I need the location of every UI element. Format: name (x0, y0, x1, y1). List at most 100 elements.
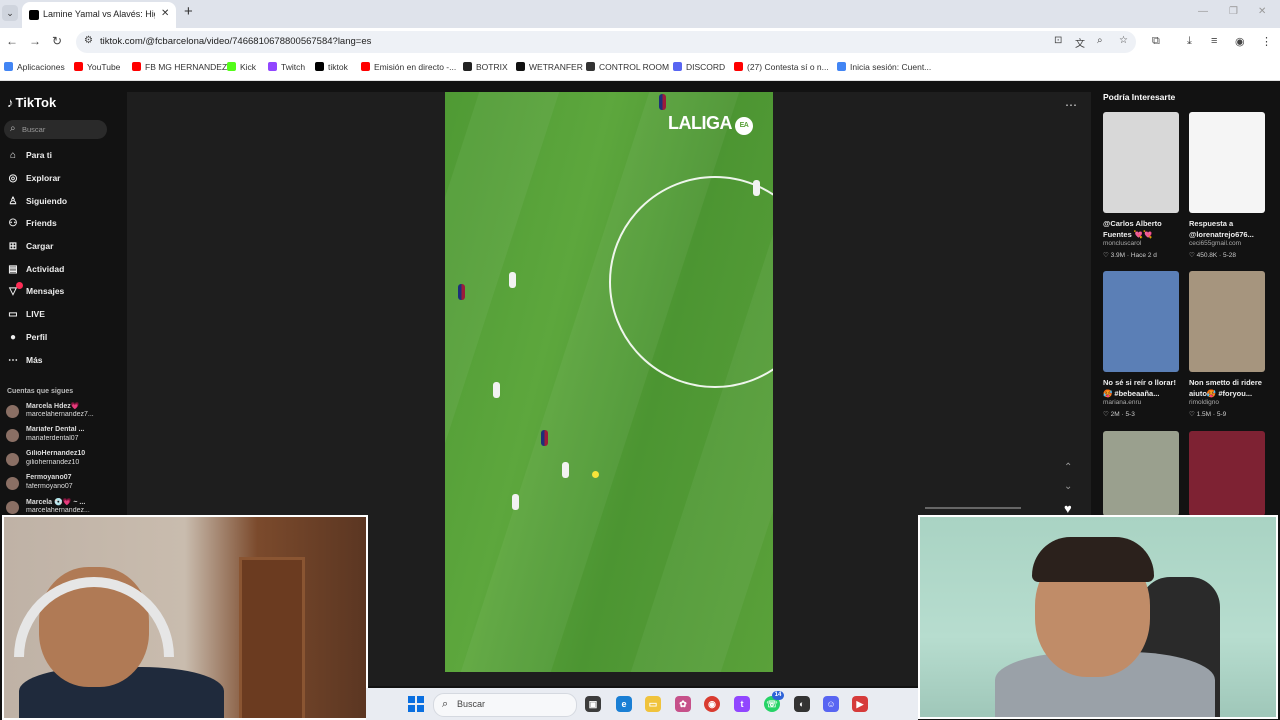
next-video-icon[interactable]: ⌄ (1064, 481, 1072, 492)
upload-icon: ⊞ (8, 241, 18, 252)
bookmark-item[interactable]: Emisión en directo -... (361, 62, 456, 72)
sidebar-item-mensajes[interactable]: ▽ Mensajes (6, 282, 64, 300)
bookmark-favicon-icon (4, 62, 13, 71)
search-icon: ⌕ (442, 698, 449, 710)
bookmark-star-icon[interactable]: ☆ (1119, 35, 1128, 46)
copilot-icon[interactable]: ✿ (675, 696, 691, 712)
site-info-icon[interactable]: ⚙ (84, 35, 93, 46)
file-explorer-icon[interactable]: ▭ (645, 696, 661, 712)
bookmark-item[interactable]: FB MG HERNANDEZ (132, 62, 227, 72)
bookmark-item[interactable]: Kick (227, 62, 256, 72)
sidebar-item-ms[interactable]: ⋯ Más (6, 355, 43, 369)
search-icon[interactable]: ⌕ (10, 123, 16, 134)
recommendations-title: Podría Interesarte (1103, 92, 1176, 102)
laliga-logo: LALIGA EA (668, 113, 753, 135)
install-app-icon[interactable]: ⊡ (1054, 35, 1062, 46)
tiktok-logo-text: TikTok (15, 95, 57, 110)
bookmark-favicon-icon (132, 62, 141, 71)
streaming-app-icon[interactable]: ▶ (852, 696, 868, 712)
discord-icon[interactable]: ☺ (823, 696, 839, 712)
bookmark-label: BOTRIX (476, 62, 508, 72)
maximize-icon[interactable]: ❐ (1229, 6, 1238, 17)
sidebar-item-actividad[interactable]: ▤ Actividad (6, 264, 64, 278)
avatar (6, 501, 19, 514)
bookmark-item[interactable]: tiktok (315, 62, 348, 72)
sidebar-item-parati[interactable]: ⌂ Para ti (6, 150, 52, 164)
sidebar-item-friends[interactable]: ⚇ Friends (6, 218, 57, 232)
hair (1032, 537, 1154, 582)
search-input[interactable] (22, 123, 102, 136)
bookmark-favicon-icon (837, 62, 846, 71)
bookmarks-bar: Aplicaciones YouTube FB MG HERNANDEZ Kick Tw… (0, 56, 1280, 81)
sidebar-item-live[interactable]: ▭ LIVE (6, 309, 45, 323)
like-heart-icon[interactable]: ♥ (1064, 501, 1072, 516)
window-close-icon[interactable]: ✕ (1258, 6, 1266, 17)
video-author: moncluscarol (1103, 240, 1142, 247)
tab-search-button[interactable]: ⌄ (2, 5, 18, 21)
bookmark-item[interactable]: Twitch (268, 62, 305, 72)
extensions-icon[interactable]: ⧉ (1152, 35, 1160, 48)
windows-start-icon[interactable] (408, 696, 424, 712)
video-thumbnail[interactable] (1103, 431, 1179, 516)
downloads-icon[interactable]: ⤓ (1187, 35, 1192, 48)
zoom-icon[interactable]: ⌕ (1097, 35, 1103, 46)
browser-tab[interactable]: Lamine Yamal vs Alavés: Highlig ✕ (22, 2, 176, 28)
bookmark-label: CONTROL ROOM (599, 62, 670, 72)
video-progress-bar[interactable] (925, 507, 1021, 509)
account-handle: marcelahernandez7... (26, 411, 94, 418)
address-bar[interactable]: ⚙ tiktok.com/@fcbarcelona/video/74668106… (76, 31, 1136, 53)
player-alaves (493, 382, 500, 398)
tiktok-logo[interactable]: ♪ TikTok (7, 95, 56, 110)
more-options-icon[interactable]: ⋯ (1065, 98, 1077, 112)
back-icon[interactable]: ← (6, 34, 18, 48)
profile-icon[interactable]: ◉ (1235, 35, 1245, 48)
new-tab-button[interactable]: + (184, 3, 193, 20)
bookmark-item[interactable]: BOTRIX (463, 62, 508, 72)
sidebar-item-explorar[interactable]: ◎ Explorar (6, 173, 61, 187)
search-box[interactable]: ⌕ (4, 120, 107, 139)
task-view-icon[interactable]: ▣ (585, 696, 601, 712)
sidebar-item-label: Cargar (26, 241, 54, 251)
sidebar-item-cargar[interactable]: ⊞ Cargar (6, 241, 54, 255)
sidebar-item-siguiendo[interactable]: ♙ Siguiendo (6, 196, 68, 210)
sidebar-item-label: Actividad (26, 264, 65, 274)
player-alaves (512, 494, 519, 510)
bookmark-item[interactable]: YouTube (74, 62, 120, 72)
bookmark-item[interactable]: (27) Contesta sí o n... (734, 62, 829, 72)
previous-video-icon[interactable]: ⌃ (1064, 462, 1072, 473)
bookmark-item[interactable]: WETRANFER (516, 62, 583, 72)
translate-icon[interactable]: 文 (1075, 35, 1085, 50)
url-text[interactable]: tiktok.com/@fcbarcelona/video/7466810678… (100, 36, 371, 47)
reload-icon[interactable]: ↻ (52, 34, 62, 48)
bookmark-item[interactable]: DISCORD (673, 62, 725, 72)
windows-taskbar: ⌕ Buscar ▣ e ▭ ✿ ◉ t ☏ 14 ◐ ☺ ▶ (366, 688, 918, 720)
chrome-icon[interactable]: ◉ (704, 696, 720, 712)
video-thumbnail[interactable] (1189, 271, 1265, 372)
video-player[interactable]: LALIGA EA (445, 92, 773, 672)
media-controls-icon[interactable]: ≡ (1211, 35, 1217, 47)
video-thumbnail[interactable] (1103, 271, 1179, 372)
video-thumbnail[interactable] (1103, 112, 1179, 213)
bookmark-item[interactable]: Inicia sesión: Cuent... (837, 62, 931, 72)
forward-icon[interactable]: → (29, 34, 41, 48)
video-title: No sé si reír o llorar! 🥵 #bebeaaña... (1103, 378, 1176, 398)
video-author: rimoldigno (1189, 399, 1219, 406)
taskbar-search[interactable]: ⌕ Buscar (433, 693, 577, 717)
twitch-icon[interactable]: t (734, 696, 750, 712)
video-thumbnail[interactable] (1189, 112, 1265, 213)
bookmark-item[interactable]: Aplicaciones (4, 62, 65, 72)
obs-icon[interactable]: ◐ (794, 696, 810, 712)
whatsapp-icon[interactable]: ☏ 14 (764, 691, 784, 712)
sidebar-item-perfil[interactable]: ● Perfil (6, 332, 47, 346)
edge-icon[interactable]: e (616, 696, 632, 712)
menu-dots-icon[interactable]: ⋮ (1261, 35, 1272, 48)
video-thumbnail[interactable] (1189, 431, 1265, 516)
bookmark-item[interactable]: CONTROL ROOM (586, 62, 669, 72)
minimize-icon[interactable]: — (1198, 6, 1208, 17)
tab-close-icon[interactable]: ✕ (161, 8, 169, 19)
bookmark-label: (27) Contesta sí o n... (747, 62, 829, 72)
bookmark-favicon-icon (673, 62, 682, 71)
sidebar-item-label: LIVE (26, 309, 45, 319)
avatar (6, 453, 19, 466)
video-author: mariana.enru (1103, 399, 1142, 406)
